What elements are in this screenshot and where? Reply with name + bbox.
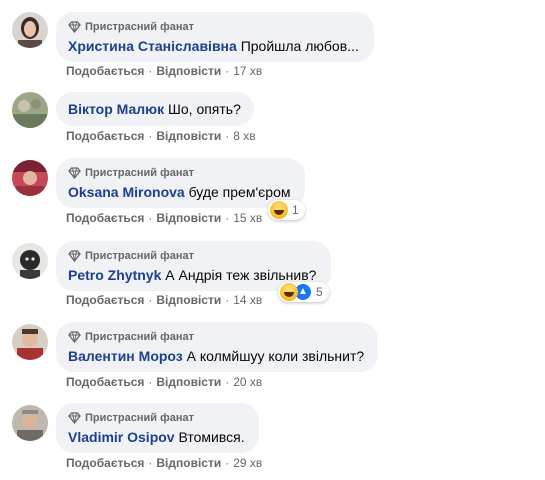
avatar[interactable] — [12, 405, 48, 441]
badge-label: Пристрасний фанат — [85, 412, 194, 424]
avatar-image — [12, 324, 48, 360]
comment-bubble: Пристрасний фанат Валентин Мороз А колмй… — [56, 322, 378, 372]
comment-text: А колмйшуу коли звільнит? — [186, 348, 365, 364]
comment-text-line: Валентин Мороз А колмйшуу коли звільнит? — [68, 347, 366, 365]
diamond-icon — [68, 167, 81, 179]
comment-bubble: Пристрасний фанат Vladimir Osipov Втомив… — [56, 403, 259, 453]
comment-text-line: Vladimir Osipov Втомився. — [68, 428, 247, 446]
comment-text: А Андрія теж звільнив? — [165, 267, 317, 283]
top-fan-badge: Пристрасний фанат — [68, 411, 247, 425]
separator-dot: · — [225, 293, 230, 307]
reply-link[interactable]: Відповісти — [156, 456, 221, 470]
avatar[interactable] — [12, 12, 48, 48]
top-fan-badge: Пристрасний фанат — [68, 330, 366, 344]
avatar-image — [12, 160, 48, 196]
like-link[interactable]: Подобається — [66, 293, 144, 307]
timestamp[interactable]: 17 хв — [233, 64, 262, 78]
author-name[interactable]: Валентин Мороз — [68, 348, 183, 364]
author-name[interactable]: Oksana Mironova — [68, 184, 185, 200]
reactions-summary[interactable]: 1 — [268, 200, 305, 220]
like-link[interactable]: Подобається — [66, 211, 144, 225]
badge-label: Пристрасний фанат — [85, 21, 194, 33]
reply-link[interactable]: Відповісти — [156, 64, 221, 78]
comment-actions: Подобається · Відповісти · 17 хв — [66, 64, 262, 78]
haha-reaction-icon — [270, 201, 288, 219]
comment-actions: Подобається · Відповісти · 8 хв — [66, 129, 256, 143]
comment-actions: Подобається · Відповісти · 29 хв — [66, 456, 262, 470]
comment-actions: Подобається · Відповісти · 14 хв — [66, 293, 262, 307]
avatar-image — [12, 92, 48, 128]
like-link[interactable]: Подобається — [66, 456, 144, 470]
comment-text: Пройшла любов... — [240, 38, 359, 54]
diamond-icon — [68, 21, 81, 33]
reply-link[interactable]: Відповісти — [156, 375, 221, 389]
top-fan-badge: Пристрасний фанат — [68, 20, 362, 34]
comment-actions: Подобається · Відповісти · 15 хв — [66, 211, 262, 225]
top-fan-badge: Пристрасний фанат — [68, 166, 293, 180]
author-name[interactable]: Христина Станіславівна — [68, 38, 237, 54]
comment-text-line: Віктор Малюк Шо, опять? — [68, 100, 242, 118]
comment-text: буде прем'єром — [188, 184, 291, 200]
separator-dot: · — [148, 456, 153, 470]
like-link[interactable]: Подобається — [66, 375, 144, 389]
diamond-icon — [68, 250, 81, 262]
badge-label: Пристрасний фанат — [85, 167, 194, 179]
comment-text: Шо, опять? — [168, 101, 241, 117]
timestamp[interactable]: 8 хв — [233, 129, 255, 143]
separator-dot: · — [225, 211, 230, 225]
author-name[interactable]: Vladimir Osipov — [68, 429, 175, 445]
haha-reaction-icon — [280, 283, 298, 301]
timestamp[interactable]: 20 хв — [233, 375, 262, 389]
separator-dot: · — [148, 129, 153, 143]
reply-link[interactable]: Відповісти — [156, 129, 221, 143]
timestamp[interactable]: 29 хв — [233, 456, 262, 470]
like-link[interactable]: Подобається — [66, 64, 144, 78]
comment-actions: Подобається · Відповісти · 20 хв — [66, 375, 262, 389]
comment-bubble: Пристрасний фанат Христина Станіславівна… — [56, 12, 374, 62]
reply-link[interactable]: Відповісти — [156, 293, 221, 307]
reply-link[interactable]: Відповісти — [156, 211, 221, 225]
avatar[interactable] — [12, 243, 48, 279]
separator-dot: · — [225, 129, 230, 143]
comment-text-line: Христина Станіславівна Пройшла любов... — [68, 37, 362, 55]
avatar-image — [12, 405, 48, 441]
diamond-icon — [68, 331, 81, 343]
separator-dot: · — [148, 211, 153, 225]
comment-bubble: Віктор Малюк Шо, опять? — [56, 92, 254, 126]
diamond-icon — [68, 412, 81, 424]
separator-dot: · — [148, 64, 153, 78]
separator-dot: · — [225, 456, 230, 470]
avatar[interactable] — [12, 92, 48, 128]
avatar-image — [12, 243, 48, 279]
separator-dot: · — [148, 375, 153, 389]
comment-text-line: Oksana Mironova буде прем'єром — [68, 183, 293, 201]
separator-dot: · — [225, 375, 230, 389]
reaction-count: 1 — [292, 203, 299, 217]
badge-label: Пристрасний фанат — [85, 250, 194, 262]
reaction-count: 5 — [316, 285, 323, 299]
author-name[interactable]: Віктор Малюк — [68, 101, 164, 117]
like-link[interactable]: Подобається — [66, 129, 144, 143]
top-fan-badge: Пристрасний фанат — [68, 249, 319, 263]
avatar[interactable] — [12, 324, 48, 360]
separator-dot: · — [225, 64, 230, 78]
author-name[interactable]: Petro Zhytnyk — [68, 267, 161, 283]
reactions-summary[interactable]: ▲ 5 — [278, 282, 329, 302]
timestamp[interactable]: 15 хв — [233, 211, 262, 225]
badge-label: Пристрасний фанат — [85, 331, 194, 343]
comment-text: Втомився. — [178, 429, 245, 445]
avatar[interactable] — [12, 160, 48, 196]
comment-text-line: Petro Zhytnyk А Андрія теж звільнив? — [68, 266, 319, 284]
avatar-image — [12, 12, 48, 48]
separator-dot: · — [148, 293, 153, 307]
timestamp[interactable]: 14 хв — [233, 293, 262, 307]
comment-bubble: Пристрасний фанат Oksana Mironova буде п… — [56, 158, 305, 208]
